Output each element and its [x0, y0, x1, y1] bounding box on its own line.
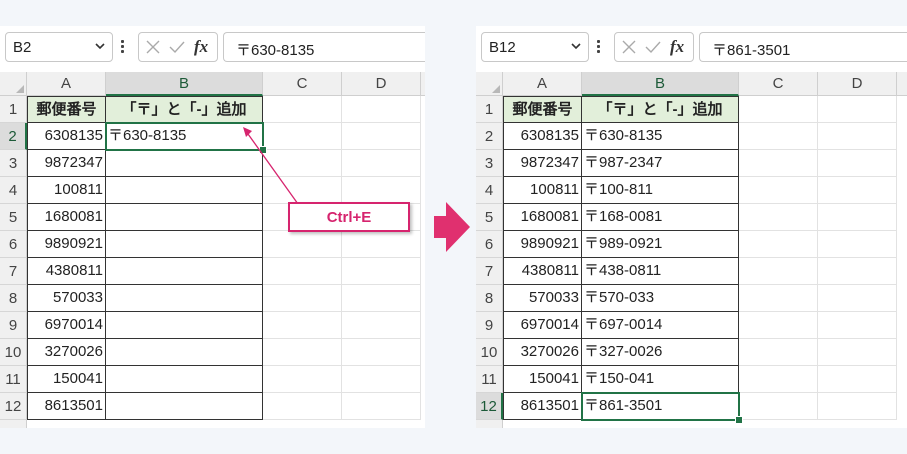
shortcut-callout: Ctrl+E [288, 202, 410, 232]
shortcut-label: Ctrl+E [326, 209, 372, 226]
right-arrow-icon [434, 202, 470, 252]
